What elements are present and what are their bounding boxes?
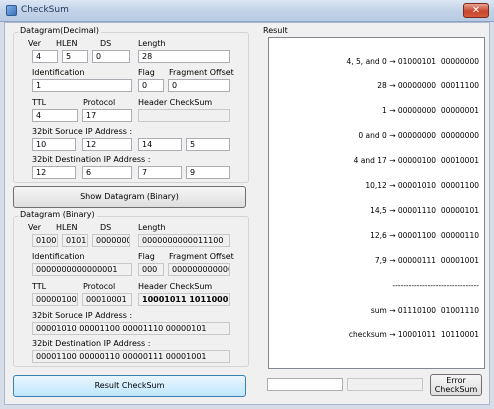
ver-label: Ver [28,39,42,48]
binary-group: Datagram (Binary) Ver HLEN DS Length 010… [13,210,249,367]
result-lines: 4, 5, and 0 → 01000101 00000000 28 → 000… [346,41,479,356]
ttl-label: TTL [32,98,47,107]
result-line: sum → 01110100 01001110 [370,305,479,315]
ver-input[interactable]: 4 [32,50,58,63]
bottom-field-1[interactable] [267,378,343,391]
result-line: 14,5 → 00001110 00000101 [370,205,479,215]
binary-flag-label: Flag [138,252,155,261]
flag-input[interactable]: 0 [138,79,164,92]
error-checksum-button[interactable]: Error CheckSum [430,374,482,396]
header-checksum-label: Header CheckSum [138,98,213,107]
ttl-input[interactable]: 4 [32,109,78,122]
protocol-input[interactable]: 17 [82,109,132,122]
binary-length-field: 0000000000011100 [138,234,230,247]
result-line: 7,9 → 00000111 00001001 [374,255,479,265]
binary-identification-label: Identification [32,252,85,261]
show-binary-button[interactable]: Show Datagram (Binary) [13,186,246,208]
binary-fragment-offset-field: 0000000000000 [168,263,230,276]
result-line: 1 → 00000000 00000001 [382,106,479,116]
binary-source-ip-field: 00001010 00001100 00001110 00000101 [32,322,230,335]
binary-protocol-field: 00010001 [82,293,132,306]
error-checksum-button-line1: Error [446,376,466,385]
ds-label: DS [100,39,112,48]
result-label: Result [263,26,288,35]
window-client: Datagram(Decimal) Ver HLEN DS Length 4 5… [4,22,490,405]
identification-input[interactable]: 1 [32,79,132,92]
fragment-offset-input[interactable]: 0 [168,79,230,92]
result-line: 4, 5, and 0 → 01000101 00000000 [346,56,479,66]
result-line: 12,6 → 00001100 00000110 [370,230,479,240]
binary-flag-field: 000 [138,263,164,276]
binary-header-checksum-label: Header CheckSum [138,282,213,291]
flag-label: Flag [138,68,155,77]
result-line: checksum → 10001011 10110001 [348,330,479,340]
length-input[interactable]: 28 [138,50,230,63]
binary-ver-field: 0100 [32,234,58,247]
binary-hlen-label: HLEN [56,223,78,232]
binary-ttl-label: TTL [32,282,47,291]
ds-input[interactable]: 0 [92,50,130,63]
error-checksum-button-line2: CheckSum [434,385,478,394]
binary-protocol-label: Protocol [83,282,116,291]
result-textbox[interactable]: 4, 5, and 0 → 01000101 00000000 28 → 000… [268,37,485,369]
destination-ip-octet-2[interactable]: 6 [82,166,132,179]
binary-ver-label: Ver [28,223,42,232]
binary-identification-field: 0000000000000001 [32,263,132,276]
app-icon [6,5,17,16]
source-ip-octet-4[interactable]: 5 [186,138,230,151]
hlen-label: HLEN [56,39,78,48]
close-button[interactable]: ✕ [463,3,489,18]
length-label: Length [138,39,166,48]
binary-destination-ip-field: 00001100 00000110 00000111 00001001 [32,350,230,363]
binary-length-label: Length [138,223,166,232]
result-line: 4 and 17 → 00000100 00010001 [353,156,479,166]
binary-header-checksum-field: 10001011 10110001 [138,293,230,306]
protocol-label: Protocol [83,98,116,107]
binary-source-ip-label: 32bit Soruce IP Address : [32,311,133,320]
destination-ip-label: 32bit Destination IP Address : [32,155,151,164]
binary-destination-ip-label: 32bit Destination IP Address : [32,339,151,348]
title-bar[interactable]: CheckSum ✕ [0,0,494,22]
binary-ds-field: 00000000 [92,234,130,247]
source-ip-label: 32bit Soruce IP Address : [32,127,133,136]
window-title: CheckSum [21,5,69,15]
bottom-field-2 [347,378,423,391]
result-line: 10,12 → 00001010 00001100 [365,181,479,191]
decimal-group-title: Datagram(Decimal) [18,26,102,35]
identification-label: Identification [32,68,85,77]
source-ip-octet-2[interactable]: 12 [82,138,132,151]
header-checksum-input [138,109,230,122]
hlen-input[interactable]: 5 [62,50,88,63]
source-ip-octet-3[interactable]: 14 [138,138,182,151]
destination-ip-octet-1[interactable]: 12 [32,166,76,179]
decimal-group: Datagram(Decimal) Ver HLEN DS Length 4 5… [13,26,249,183]
destination-ip-octet-4[interactable]: 9 [186,166,230,179]
binary-fragment-offset-label: Fragment Offset [169,252,234,261]
source-ip-octet-1[interactable]: 10 [32,138,76,151]
result-separator: -------------------------------- [392,280,479,290]
fragment-offset-label: Fragment Offset [169,68,234,77]
result-checksum-button[interactable]: Result CheckSum [13,375,246,397]
binary-hlen-field: 0101 [62,234,88,247]
binary-group-title: Datagram (Binary) [18,210,97,219]
binary-ds-label: DS [100,223,112,232]
binary-ttl-field: 00000100 [32,293,78,306]
result-line: 28 → 00000000 00011100 [377,81,479,91]
result-line: 0 and 0 → 00000000 00000000 [358,131,479,141]
destination-ip-octet-3[interactable]: 7 [138,166,182,179]
